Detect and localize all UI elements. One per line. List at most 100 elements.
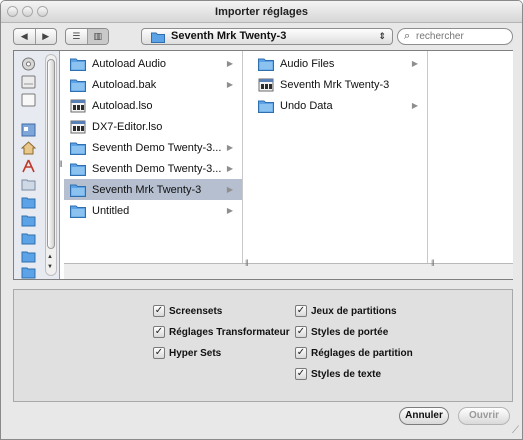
applications-icon[interactable] (21, 123, 36, 137)
option-checkbox[interactable]: ✓ Réglages de partition (295, 347, 413, 359)
list-item[interactable]: Seventh Demo Twenty-3... ▶ (64, 137, 242, 158)
option-label: Réglages Transformateur (169, 326, 290, 338)
resize-grip-icon[interactable]: ⟋ (512, 425, 519, 436)
list-item[interactable]: Seventh Mrk Twenty-3 ▶ (64, 179, 242, 200)
option-checkbox[interactable]: ✓ Screensets (153, 305, 222, 317)
folder-icon (70, 79, 86, 92)
disclosure-arrow-icon: ▶ (226, 80, 234, 89)
network-disk-icon[interactable] (21, 57, 36, 71)
checkbox[interactable]: ✓ (153, 347, 165, 359)
column-view-button[interactable]: ▥ (86, 29, 108, 44)
applications-folder-icon[interactable] (21, 159, 36, 173)
folder-icon[interactable] (21, 213, 36, 227)
zoom-window-icon[interactable] (37, 6, 48, 17)
sidebar-resize-handle[interactable]: ‖ (59, 159, 63, 169)
checkbox[interactable]: ✓ (295, 347, 307, 359)
list-item-label: Seventh Demo Twenty-3... (92, 141, 222, 154)
list-item[interactable]: Undo Data ▶ (252, 95, 427, 116)
disclosure-arrow-icon: ▶ (226, 164, 234, 173)
list-item[interactable]: Autoload Audio ▶ (64, 53, 242, 74)
option-checkbox[interactable]: ✓ Jeux de partitions (295, 305, 397, 317)
option-checkbox[interactable]: ✓ Hyper Sets (153, 347, 221, 359)
folder-icon (258, 100, 274, 113)
search-icon: ⌕ (404, 30, 411, 42)
folder-icon (70, 142, 86, 155)
sidebar-scroll-thumb[interactable] (47, 59, 55, 249)
window-title: Importer réglages (215, 6, 308, 18)
folder-icon (151, 32, 165, 43)
list-item-label: Audio Files (280, 57, 335, 70)
list-item-label: Seventh Mrk Twenty-3 (92, 183, 202, 196)
close-window-icon[interactable] (7, 6, 18, 17)
list-item-label: Untitled (92, 204, 130, 217)
folder-icon (70, 163, 86, 176)
hard-drive-icon[interactable] (21, 93, 36, 107)
view-mode-selector: ☰ ▥ (65, 28, 109, 45)
option-label: Styles de texte (311, 368, 382, 380)
folder-icon[interactable] (21, 231, 36, 245)
title-bar[interactable]: Importer réglages (1, 1, 522, 23)
document-icon (258, 78, 274, 91)
hard-drive-icon[interactable] (21, 75, 36, 89)
folder-icon (70, 58, 86, 71)
disclosure-arrow-icon: ▶ (226, 143, 234, 152)
cancel-button[interactable]: Annuler (399, 407, 449, 425)
location-popup[interactable]: Seventh Mrk Twenty-3 ⇕ (141, 28, 393, 45)
browser-column-3 (441, 51, 513, 279)
list-view-icon: ☰ (72, 31, 81, 41)
option-checkbox[interactable]: ✓ Réglages Transformateur (153, 326, 290, 338)
column-1-resize-handle[interactable]: ‖ (245, 258, 249, 268)
option-label: Hyper Sets (169, 347, 222, 359)
checkbox[interactable]: ✓ (295, 326, 307, 338)
disclosure-arrow-icon: ▶ (226, 185, 234, 194)
folder-icon (70, 184, 86, 197)
list-view-button[interactable]: ☰ (66, 29, 87, 44)
open-button[interactable]: Ouvrir (458, 407, 510, 425)
sidebar-scrollbar[interactable]: ▲ ▼ (45, 54, 57, 276)
list-item-label: Autoload.lso (92, 99, 153, 112)
list-item-label: Autoload.bak (92, 78, 157, 91)
list-item[interactable]: Autoload.bak ▶ (64, 74, 242, 95)
column-2-resize-handle[interactable]: ‖ (431, 258, 435, 268)
document-icon (70, 99, 86, 112)
folder-icon (258, 58, 274, 71)
search-input[interactable] (416, 30, 506, 43)
disclosure-arrow-icon: ▶ (411, 101, 419, 110)
list-item[interactable]: Audio Files ▶ (252, 53, 427, 74)
scroll-up-arrow-icon[interactable]: ▲ (47, 254, 53, 260)
sidebar: ▲ ▼ (14, 51, 60, 279)
search-field[interactable]: ⌕ (397, 28, 513, 45)
checkbox[interactable]: ✓ (153, 305, 165, 317)
home-icon[interactable] (21, 141, 36, 155)
checkbox[interactable]: ✓ (295, 368, 307, 380)
document-icon (70, 120, 86, 133)
back-button[interactable]: ◀ (14, 29, 35, 44)
minimize-window-icon[interactable] (22, 6, 33, 17)
history-navigation: ◀ ▶ (13, 28, 57, 45)
location-label: Seventh Mrk Twenty-3 (171, 30, 287, 42)
browser-column-2: Audio Files ▶ Seventh Mrk Twenty-3 Undo Dat… (252, 51, 428, 279)
option-checkbox[interactable]: ✓ Styles de portée (295, 326, 388, 338)
list-item[interactable]: Seventh Demo Twenty-3... ▶ (64, 158, 242, 179)
list-item[interactable]: Untitled ▶ (64, 200, 242, 221)
folder-icon[interactable] (21, 195, 36, 209)
list-item-label: Seventh Mrk Twenty-3 (280, 78, 390, 91)
list-item-label: Seventh Demo Twenty-3... (92, 162, 222, 175)
option-checkbox[interactable]: ✓ Styles de texte (295, 368, 381, 380)
folder-icon (70, 205, 86, 218)
list-item[interactable]: DX7-Editor.lso (64, 116, 242, 137)
folder-icon[interactable] (21, 265, 36, 279)
documents-icon[interactable] (21, 177, 36, 191)
forward-button[interactable]: ▶ (34, 29, 57, 44)
checkbox[interactable]: ✓ (295, 305, 307, 317)
list-item[interactable]: Autoload.lso (64, 95, 242, 116)
list-item[interactable]: Seventh Mrk Twenty-3 (252, 74, 427, 95)
scroll-down-arrow-icon[interactable]: ▼ (47, 264, 53, 270)
list-item-label: Autoload Audio (92, 57, 167, 70)
disclosure-arrow-icon: ▶ (226, 59, 234, 68)
list-item-label: DX7-Editor.lso (92, 120, 163, 133)
checkbox[interactable]: ✓ (153, 326, 165, 338)
horizontal-scrollbar[interactable] (64, 263, 513, 279)
folder-icon[interactable] (21, 249, 36, 263)
option-label: Screensets (169, 305, 223, 317)
